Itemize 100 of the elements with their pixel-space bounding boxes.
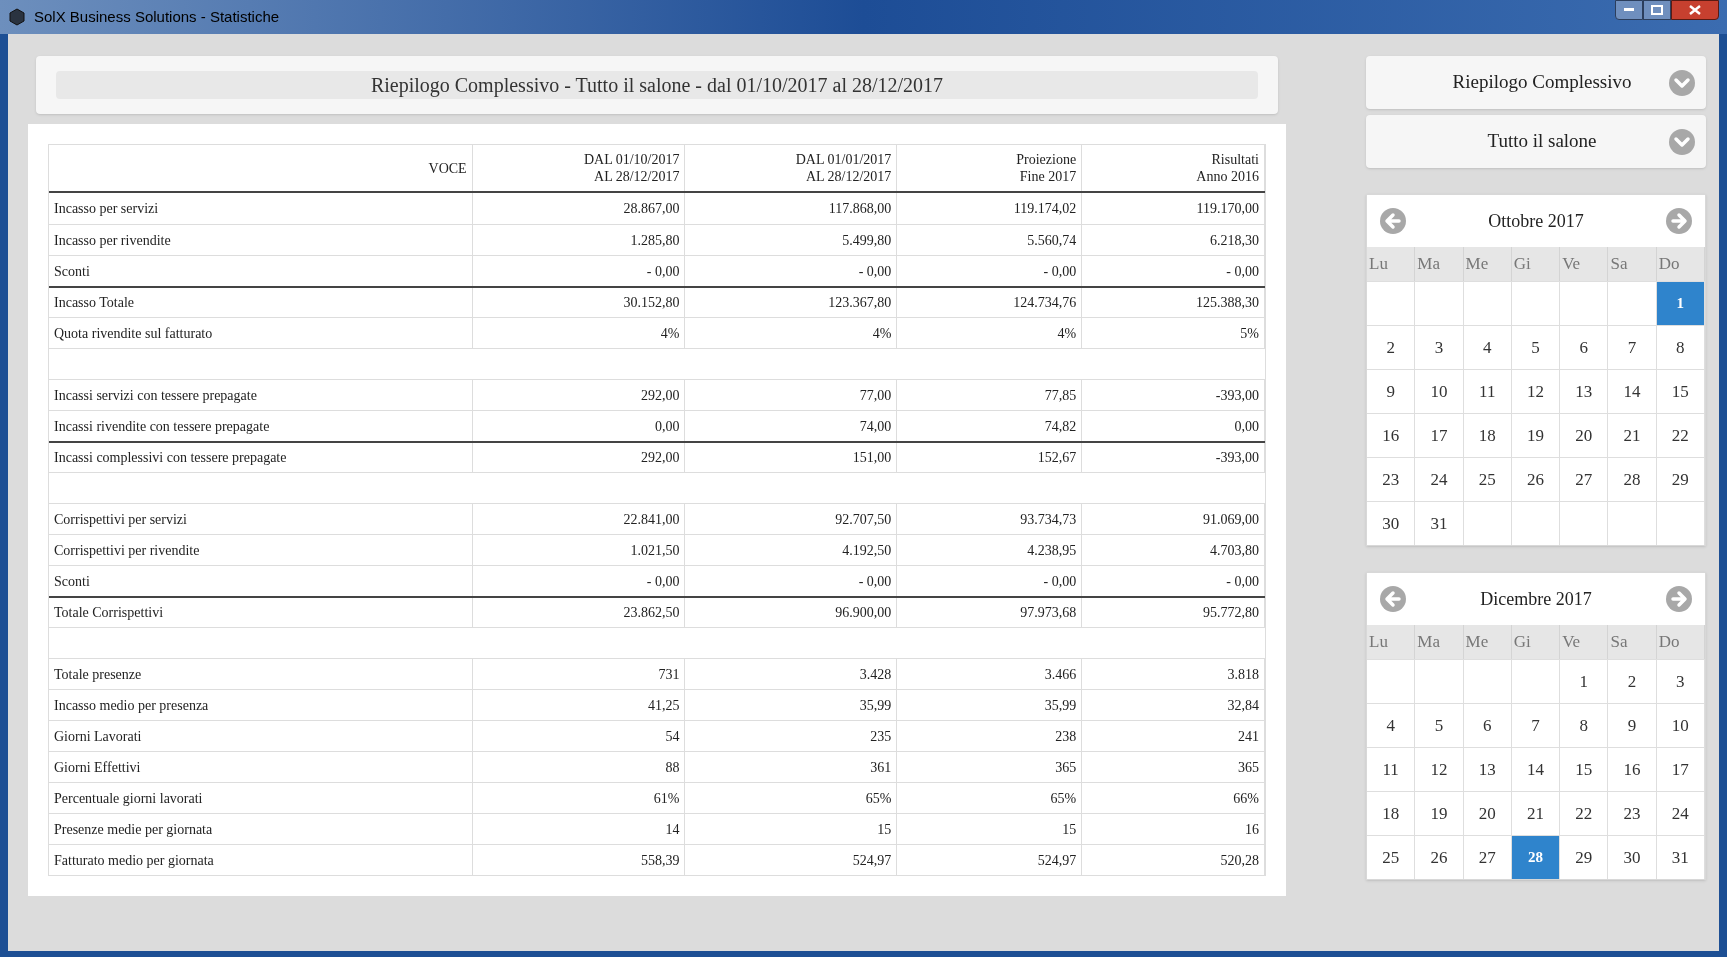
calendar-day[interactable]: 19 — [1415, 792, 1464, 835]
calendar-day[interactable]: 18 — [1463, 414, 1512, 457]
calendar-day[interactable]: 12 — [1415, 748, 1464, 791]
calendar-day[interactable]: 26 — [1415, 836, 1464, 879]
calendar-day[interactable]: 21 — [1608, 414, 1657, 457]
maximize-button[interactable] — [1643, 0, 1671, 20]
dropdown-select[interactable]: Riepilogo Complessivo — [1366, 56, 1706, 109]
table-cell: 238 — [897, 721, 1083, 751]
calendar-day[interactable]: 25 — [1463, 458, 1512, 501]
dropdown-select[interactable]: Tutto il salone — [1366, 115, 1706, 168]
calendar-day[interactable]: 28 — [1608, 458, 1657, 501]
calendar-day[interactable]: 15 — [1560, 748, 1609, 791]
table-cell: - 0,00 — [685, 256, 898, 286]
calendar-day[interactable]: 31 — [1415, 502, 1464, 545]
table-cell: - 0,00 — [1082, 256, 1265, 286]
calendar-day[interactable]: 3 — [1656, 660, 1705, 703]
weekday-label: Lu — [1367, 247, 1416, 281]
calendar-day[interactable]: 2 — [1608, 660, 1657, 703]
calendar-day[interactable]: 9 — [1608, 704, 1657, 747]
calendar-day[interactable]: 29 — [1560, 836, 1609, 879]
calendar-day[interactable]: 20 — [1560, 414, 1609, 457]
weekday-label: Ma — [1415, 247, 1464, 281]
table-cell: Corrispettivi per rivendite — [49, 535, 473, 565]
calendar-day[interactable]: 6 — [1463, 704, 1512, 747]
calendar-day[interactable]: 22 — [1656, 414, 1705, 457]
table-cell: 4.703,80 — [1082, 535, 1265, 565]
table-cell: Totale Corrispettivi — [49, 598, 473, 627]
table-cell: Incasso Totale — [49, 288, 473, 317]
calendar-day[interactable]: 25 — [1367, 836, 1416, 879]
chevron-down-icon[interactable] — [1668, 68, 1696, 97]
calendar-day[interactable]: 10 — [1656, 704, 1705, 747]
calendar-day[interactable]: 1 — [1656, 282, 1705, 325]
calendar-day[interactable]: 21 — [1511, 792, 1561, 835]
table-cell: 77,85 — [897, 380, 1083, 410]
calendar-day[interactable]: 27 — [1463, 836, 1512, 879]
calendar-day[interactable]: 30 — [1608, 836, 1657, 879]
calendar-day[interactable]: 7 — [1511, 704, 1561, 747]
table-cell: - 0,00 — [897, 566, 1083, 596]
table-cell: 1.285,80 — [472, 225, 686, 255]
maximize-icon — [1651, 5, 1663, 15]
table-cell: 61% — [472, 783, 686, 813]
calendar-day[interactable]: 17 — [1656, 748, 1705, 791]
chevron-down-icon[interactable] — [1668, 127, 1696, 156]
calendar-day[interactable]: 17 — [1415, 414, 1464, 457]
calendar-day[interactable]: 24 — [1415, 458, 1464, 501]
weekday-label: Me — [1463, 247, 1512, 281]
calendar-month-title: Ottobre 2017 — [1488, 209, 1584, 233]
calendar-day[interactable]: 15 — [1656, 370, 1705, 413]
calendar-day[interactable]: 11 — [1463, 370, 1512, 413]
calendar-day[interactable]: 27 — [1560, 458, 1609, 501]
minimize-button[interactable] — [1615, 0, 1643, 20]
calendar-day[interactable]: 24 — [1656, 792, 1705, 835]
calendar-day[interactable]: 13 — [1560, 370, 1609, 413]
calendar-day[interactable]: 28 — [1511, 836, 1561, 879]
calendar-day[interactable]: 3 — [1415, 326, 1464, 369]
calendar-day[interactable]: 14 — [1511, 748, 1561, 791]
table-cell: 97.973,68 — [897, 598, 1083, 627]
next-month-icon[interactable] — [1665, 207, 1693, 235]
calendar-day[interactable]: 4 — [1463, 326, 1512, 369]
table-cell: 28.867,00 — [472, 193, 686, 224]
calendar-day[interactable]: 16 — [1608, 748, 1657, 791]
calendar-day[interactable]: 6 — [1560, 326, 1609, 369]
calendar-day[interactable]: 8 — [1560, 704, 1609, 747]
table-cell: -393,00 — [1082, 380, 1265, 410]
table-cell: 35,99 — [685, 690, 898, 720]
calendar-day[interactable]: 19 — [1511, 414, 1561, 457]
calendar-day[interactable]: 4 — [1367, 704, 1416, 747]
calendar-day[interactable]: 14 — [1608, 370, 1657, 413]
next-month-icon[interactable] — [1665, 585, 1693, 613]
calendar-day[interactable]: 13 — [1463, 748, 1512, 791]
column-header: Risultati Anno 2016 — [1082, 145, 1265, 191]
calendar-day[interactable]: 22 — [1560, 792, 1609, 835]
table-cell: 16 — [1082, 814, 1265, 844]
table-cell: - 0,00 — [1082, 566, 1265, 596]
previous-month-icon[interactable] — [1379, 207, 1407, 235]
calendar-day[interactable]: 31 — [1656, 836, 1705, 879]
calendar-day[interactable]: 26 — [1511, 458, 1561, 501]
calendar-day[interactable]: 9 — [1367, 370, 1416, 413]
calendar-day[interactable]: 5 — [1415, 704, 1464, 747]
calendar-day[interactable]: 7 — [1608, 326, 1657, 369]
calendar-day[interactable]: 8 — [1656, 326, 1705, 369]
previous-month-icon[interactable] — [1379, 585, 1407, 613]
calendar-day[interactable]: 23 — [1608, 792, 1657, 835]
calendar-day[interactable]: 11 — [1367, 748, 1416, 791]
calendar-day[interactable]: 23 — [1367, 458, 1416, 501]
table-cell: 117.868,00 — [685, 193, 898, 224]
table-cell: 41,25 — [472, 690, 686, 720]
table-cell: 6.218,30 — [1082, 225, 1265, 255]
calendar-day[interactable]: 2 — [1367, 326, 1416, 369]
calendar-day[interactable]: 30 — [1367, 502, 1416, 545]
calendar-day[interactable]: 5 — [1511, 326, 1561, 369]
close-button[interactable] — [1671, 0, 1719, 20]
table-cell: 520,28 — [1082, 845, 1265, 875]
calendar-day[interactable]: 1 — [1560, 660, 1609, 703]
calendar-day[interactable]: 20 — [1463, 792, 1512, 835]
calendar-day[interactable]: 12 — [1511, 370, 1561, 413]
calendar-day[interactable]: 10 — [1415, 370, 1464, 413]
calendar-day[interactable]: 29 — [1656, 458, 1705, 501]
calendar-day[interactable]: 18 — [1367, 792, 1416, 835]
calendar-day[interactable]: 16 — [1367, 414, 1416, 457]
